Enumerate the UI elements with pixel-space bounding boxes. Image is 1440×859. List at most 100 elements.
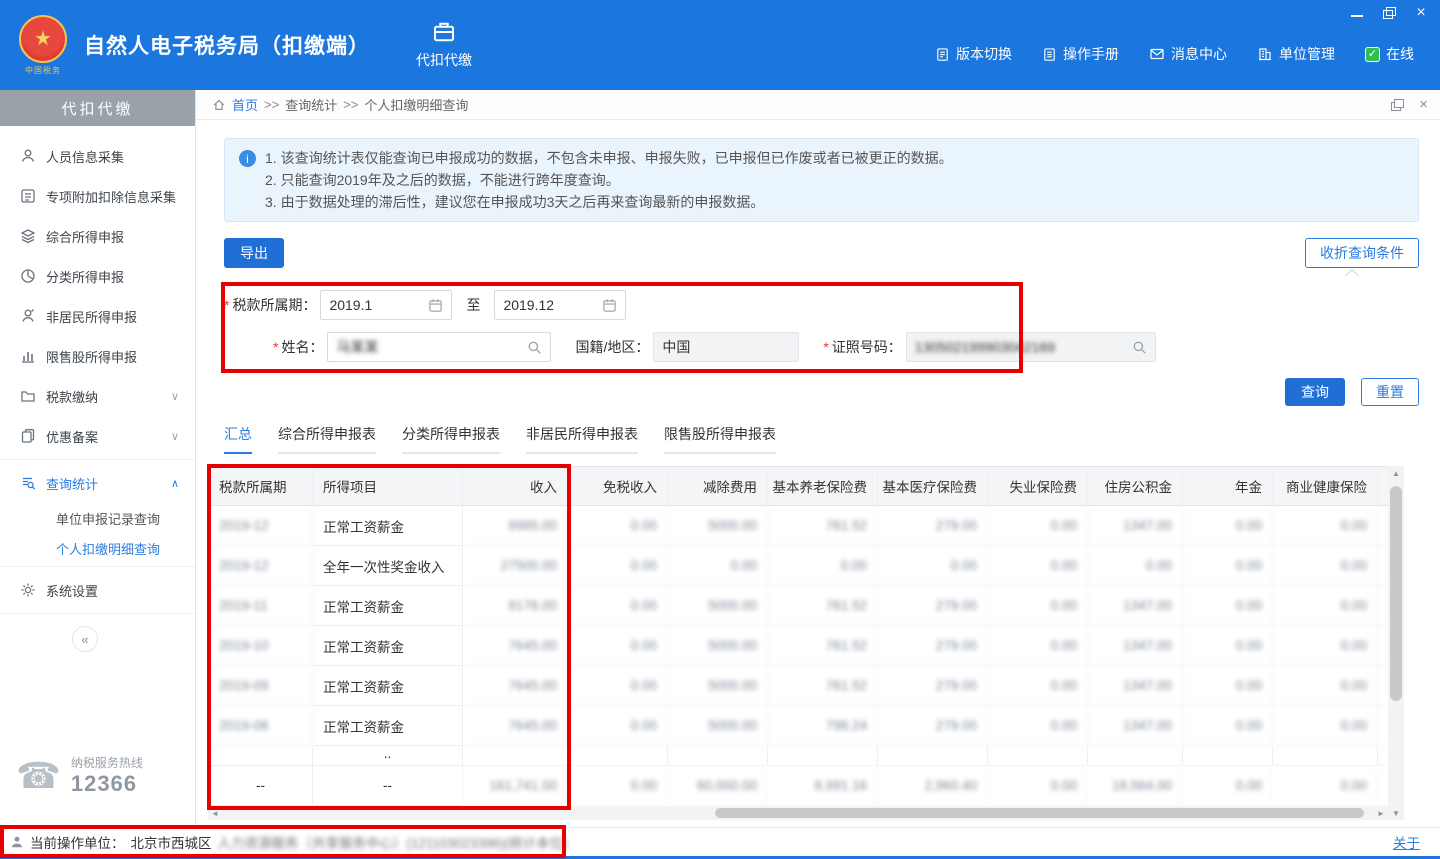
- horizontal-scroll-thumb[interactable]: [715, 808, 1364, 818]
- panel-close-icon[interactable]: ×: [1419, 97, 1428, 112]
- scroll-right-icon[interactable]: ►: [1374, 806, 1388, 820]
- sidebar-item-nonresident-income[interactable]: 非居民所得申报: [0, 296, 195, 336]
- sidebar-subitem-label: 个人扣缴明细查询: [56, 539, 160, 558]
- sidebar-item-tax-payment[interactable]: 税款缴纳 ∨: [0, 376, 195, 416]
- sidebar-item-restricted-stock[interactable]: 限售股所得申报: [0, 336, 195, 376]
- folder-icon: [20, 388, 36, 404]
- message-center-label: 消息中心: [1171, 44, 1227, 64]
- table-cell: 5000.00: [668, 626, 768, 666]
- app-title: 自然人电子税务局（扣缴端）: [84, 30, 370, 60]
- unit-management-button[interactable]: 单位管理: [1257, 44, 1335, 64]
- sidebar-item-preference-filing[interactable]: 优惠备案 ∨: [0, 416, 195, 456]
- table-header-row: 税款所属期所得项目收入免税收入减除费用基本养老保险费基本医疗保险费失业保险费住房…: [208, 466, 1388, 506]
- tab-withholding-module[interactable]: 代扣代缴: [416, 20, 472, 70]
- tab-comprehensive-income[interactable]: 综合所得申报表: [278, 424, 376, 454]
- vertical-scroll-thumb[interactable]: [1390, 486, 1402, 701]
- table-cell: [568, 746, 668, 766]
- vertical-scrollbar[interactable]: ▲ ▼: [1388, 466, 1404, 820]
- sidebar-item-query-statistics[interactable]: 查询统计 ∧: [0, 463, 195, 503]
- sidebar-subitem-unit-declare-records[interactable]: 单位申报记录查询: [0, 503, 195, 533]
- column-header: 税: [1378, 466, 1388, 506]
- tab-summary[interactable]: 汇总: [224, 424, 252, 454]
- id-number-input[interactable]: 130502199903042169: [906, 332, 1156, 362]
- table-cell: 正常工资薪金: [313, 706, 463, 746]
- table-cell: [1378, 506, 1388, 546]
- name-label: 姓名：: [273, 337, 323, 357]
- online-status[interactable]: ✓ 在线: [1365, 44, 1414, 64]
- table-row[interactable]: 2019-12正常工资薪金9985.000.005000.00761.52279…: [208, 506, 1388, 546]
- calendar-icon[interactable]: [428, 298, 443, 313]
- table-cell: 7645.00: [463, 706, 568, 746]
- table-cell: [1088, 746, 1183, 766]
- restore-icon[interactable]: [1382, 6, 1396, 20]
- message-center-button[interactable]: 消息中心: [1149, 44, 1227, 64]
- version-switch-button[interactable]: 版本切换: [935, 44, 1012, 64]
- breadcrumb-home-link[interactable]: 首页: [232, 95, 258, 114]
- query-form: 税款所属期： 2019.1 至 2019.12 姓名：: [224, 290, 1419, 362]
- minimize-icon[interactable]: [1350, 6, 1364, 20]
- table-row[interactable]: 2019-09正常工资薪金7645.000.005000.00761.52279…: [208, 666, 1388, 706]
- nationality-input[interactable]: 中国: [653, 332, 799, 362]
- close-icon[interactable]: ×: [1414, 6, 1428, 20]
- table-cell: 18,564.00: [1088, 766, 1183, 806]
- gear-icon: [20, 582, 36, 598]
- table-cell: 279.00: [878, 586, 988, 626]
- sidebar-item-system-settings[interactable]: 系统设置: [0, 570, 195, 610]
- table-cell: 279.00: [878, 666, 988, 706]
- divider: [0, 459, 195, 460]
- scroll-down-icon[interactable]: ▼: [1388, 806, 1404, 820]
- sidebar-collapse-button[interactable]: «: [72, 626, 98, 652]
- nationality-label: 国籍/地区：: [575, 337, 649, 357]
- sidebar-item-personnel-info[interactable]: 人员信息采集: [0, 136, 195, 176]
- sidebar-item-label: 专项附加扣除信息采集: [46, 187, 176, 206]
- table-cell: 0.00: [568, 586, 668, 626]
- calendar-icon[interactable]: [602, 298, 617, 313]
- table-cell: 279.00: [878, 626, 988, 666]
- table-row[interactable]: 2019-11正常工资薪金9178.000.005000.00761.52279…: [208, 586, 1388, 626]
- search-icon[interactable]: [527, 340, 542, 355]
- table-cell: 1347.00: [1088, 586, 1183, 626]
- sidebar-subitem-personal-withholding-detail[interactable]: 个人扣缴明细查询: [0, 533, 195, 563]
- table-cell: 5000.00: [668, 586, 768, 626]
- name-input[interactable]: 马某某: [327, 332, 551, 362]
- table-cell: 0.00: [988, 586, 1088, 626]
- export-button[interactable]: 导出: [224, 238, 284, 268]
- period-start-input[interactable]: 2019.1: [320, 290, 452, 320]
- scroll-up-icon[interactable]: ▲: [1388, 466, 1404, 480]
- table-cell: 2019-10: [208, 626, 313, 666]
- table-row[interactable]: 2019-10正常工资薪金7645.000.005000.00761.52279…: [208, 626, 1388, 666]
- table-cell: 0.00: [568, 666, 668, 706]
- column-header: 基本养老保险费: [768, 466, 878, 506]
- notice-box: i 1. 该查询统计表仅能查询已申报成功的数据，不包含未申报、申报失败，已申报但…: [224, 138, 1419, 222]
- sidebar-item-label: 优惠备案: [46, 427, 98, 446]
- about-link[interactable]: 关于: [1393, 832, 1420, 852]
- table-row[interactable]: 2019-08正常工资薪金7645.000.005000.00798.24279…: [208, 706, 1388, 746]
- tab-nonresident-income[interactable]: 非居民所得申报表: [526, 424, 638, 454]
- sidebar-menu: 人员信息采集 专项附加扣除信息采集 综合所得申报 分类所得申报 非居民所得申报: [0, 126, 195, 652]
- notice-line: 2. 只能查询2019年及之后的数据，不能进行跨年度查询。: [265, 169, 1402, 191]
- tab-restricted-stock[interactable]: 限售股所得申报表: [664, 424, 776, 454]
- manual-icon: [1042, 47, 1057, 62]
- table-cell: 27500.00: [463, 546, 568, 586]
- sidebar-item-special-deduction[interactable]: 专项附加扣除信息采集: [0, 176, 195, 216]
- query-button[interactable]: 查询: [1285, 378, 1345, 406]
- reset-button[interactable]: 重置: [1361, 378, 1419, 406]
- divider: [0, 566, 195, 567]
- scroll-left-icon[interactable]: ◄: [208, 806, 222, 820]
- info-icon: i: [239, 150, 256, 167]
- table-cell: 0.00: [1273, 766, 1378, 806]
- horizontal-scrollbar[interactable]: ◄ ►: [208, 806, 1388, 820]
- period-end-input[interactable]: 2019.12: [494, 290, 626, 320]
- copy-icon: [20, 428, 36, 444]
- sidebar-item-classified-income[interactable]: 分类所得申报: [0, 256, 195, 296]
- search-icon[interactable]: [1132, 340, 1147, 355]
- manual-button[interactable]: 操作手册: [1042, 44, 1119, 64]
- tab-classified-income[interactable]: 分类所得申报表: [402, 424, 500, 454]
- hotline-block: ☎ 纳税服务热线 12366: [16, 754, 143, 797]
- sidebar-item-comprehensive-income[interactable]: 综合所得申报: [0, 216, 195, 256]
- table-row[interactable]: 2019-12全年一次性奖金收入27500.000.000.000.000.00…: [208, 546, 1388, 586]
- chevron-down-icon: ∨: [171, 430, 179, 443]
- panel-restore-icon[interactable]: [1391, 99, 1403, 111]
- collapse-query-button[interactable]: 收折查询条件: [1305, 238, 1419, 268]
- table-cell: 0.00: [988, 506, 1088, 546]
